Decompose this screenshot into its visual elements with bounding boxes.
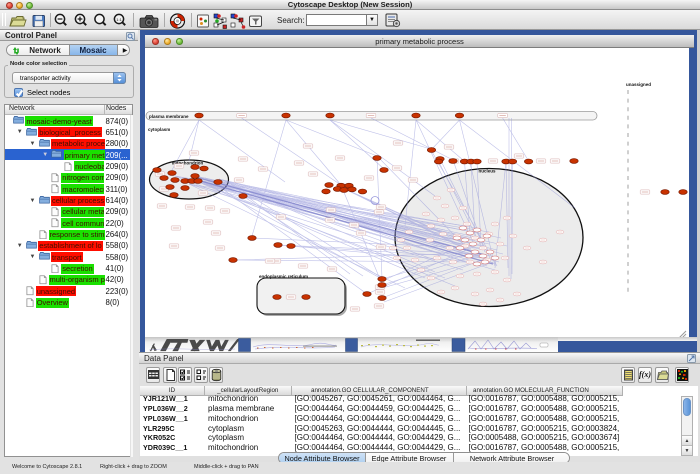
svg-text:unassigned: unassigned (626, 82, 651, 87)
svg-text:plasma membrane: plasma membrane (149, 114, 189, 119)
svg-text:1:1: 1:1 (116, 17, 122, 22)
svg-text:nucleus: nucleus (478, 169, 496, 174)
svg-text:endoplasmic reticulum: endoplasmic reticulum (259, 274, 308, 279)
svg-text:cytoplasm: cytoplasm (148, 127, 170, 132)
